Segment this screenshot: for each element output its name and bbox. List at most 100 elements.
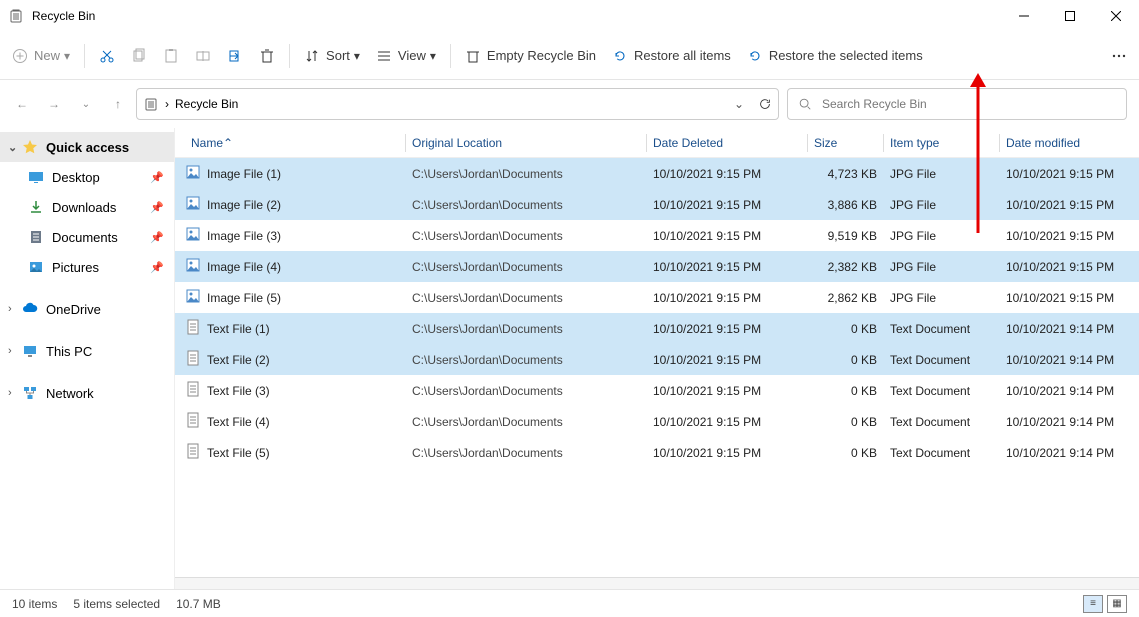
sidebar-pictures[interactable]: Pictures📌 (0, 252, 174, 282)
file-location: C:\Users\Jordan\Documents (406, 446, 646, 460)
image-file-icon (185, 226, 201, 245)
pin-icon: 📌 (150, 201, 164, 214)
file-location: C:\Users\Jordan\Documents (406, 229, 646, 243)
sort-button[interactable]: Sort ▾ (296, 38, 368, 74)
chevron-down-icon: ▾ (64, 49, 70, 63)
restore-icon (747, 48, 763, 64)
refresh-button[interactable] (758, 97, 772, 111)
restore-selected-button[interactable]: Restore the selected items (739, 38, 931, 74)
search-input[interactable]: Search Recycle Bin (787, 88, 1127, 120)
address-bar[interactable]: › Recycle Bin ⌄ (136, 88, 779, 120)
horizontal-scrollbar[interactable] (175, 577, 1139, 589)
file-size: 3,886 KB (808, 198, 883, 212)
file-size: 0 KB (808, 384, 883, 398)
column-location[interactable]: Original Location (406, 136, 646, 150)
table-row[interactable]: Image File (3) C:\Users\Jordan\Documents1… (175, 220, 1139, 251)
file-modified: 10/10/2021 9:14 PM (1000, 446, 1130, 460)
paste-button[interactable] (155, 38, 187, 74)
sidebar-desktop[interactable]: Desktop📌 (0, 162, 174, 192)
restore-all-button[interactable]: Restore all items (604, 38, 739, 74)
file-type: Text Document (884, 415, 999, 429)
sidebar-this-pc[interactable]: ›This PC (0, 336, 174, 366)
file-type: JPG File (884, 291, 999, 305)
cut-button[interactable] (91, 38, 123, 74)
column-deleted[interactable]: Date Deleted (647, 136, 807, 150)
sidebar-quick-access[interactable]: ⌄ Quick access (0, 132, 174, 162)
file-name: Text File (3) (207, 384, 270, 398)
titlebar: Recycle Bin (0, 0, 1139, 32)
breadcrumb[interactable]: Recycle Bin (175, 97, 238, 111)
file-list: Name⌃ Original Location Date Deleted Siz… (175, 128, 1139, 589)
chevron-down-icon[interactable]: ⌄ (734, 97, 744, 111)
file-deleted: 10/10/2021 9:15 PM (647, 198, 807, 212)
share-button[interactable] (219, 38, 251, 74)
ellipsis-icon (1111, 48, 1127, 64)
file-deleted: 10/10/2021 9:15 PM (647, 260, 807, 274)
sidebar-downloads[interactable]: Downloads📌 (0, 192, 174, 222)
file-location: C:\Users\Jordan\Documents (406, 353, 646, 367)
image-file-icon (185, 164, 201, 183)
table-row[interactable]: Text File (3)C:\Users\Jordan\Documents10… (175, 375, 1139, 406)
file-size: 0 KB (808, 446, 883, 460)
file-size: 0 KB (808, 353, 883, 367)
file-size: 0 KB (808, 322, 883, 336)
table-row[interactable]: Image File (2)C:\Users\Jordan\Documents1… (175, 189, 1139, 220)
empty-recycle-bin-button[interactable]: Empty Recycle Bin (457, 38, 604, 74)
table-row[interactable]: Text File (4)C:\Users\Jordan\Documents10… (175, 406, 1139, 437)
file-name: Text File (2) (207, 353, 270, 367)
image-file-icon (185, 195, 201, 214)
view-button[interactable]: View ▾ (368, 38, 444, 74)
restore-icon (612, 48, 628, 64)
back-button[interactable]: ← (12, 97, 32, 111)
file-location: C:\Users\Jordan\Documents (406, 198, 646, 212)
table-row[interactable]: Image File (5)C:\Users\Jordan\Documents1… (175, 282, 1139, 313)
table-row[interactable]: Image File (4)C:\Users\Jordan\Documents1… (175, 251, 1139, 282)
file-modified: 10/10/2021 9:15 PM (1000, 167, 1130, 181)
new-button[interactable]: New ▾ (4, 38, 78, 74)
delete-button[interactable] (251, 38, 283, 74)
file-deleted: 10/10/2021 9:15 PM (647, 291, 807, 305)
sidebar-documents[interactable]: Documents📌 (0, 222, 174, 252)
copy-button[interactable] (123, 38, 155, 74)
window-title: Recycle Bin (32, 9, 1001, 23)
file-location: C:\Users\Jordan\Documents (406, 415, 646, 429)
table-row[interactable]: Text File (2) C:\Users\Jordan\Documents 10… (175, 344, 1139, 375)
column-type[interactable]: Item type (884, 136, 999, 150)
file-location: C:\Users\Jordan\Documents (406, 322, 646, 336)
file-type: Text Document (884, 322, 999, 336)
file-name: Image File (3) (207, 229, 281, 243)
cloud-icon (22, 301, 38, 317)
table-row[interactable]: Text File (5)C:\Users\Jordan\Documents10… (175, 437, 1139, 468)
thumbnail-view-button[interactable]: ▦ (1107, 595, 1127, 613)
file-modified: 10/10/2021 9:14 PM (1000, 353, 1130, 367)
file-deleted: 10/10/2021 9:15 PM (647, 167, 807, 181)
text-file-icon (185, 319, 201, 338)
file-name: Text File (1) (207, 322, 270, 336)
separator (450, 44, 451, 68)
forward-button[interactable]: → (44, 97, 64, 111)
network-icon (22, 385, 38, 401)
maximize-button[interactable] (1047, 0, 1093, 32)
rename-button[interactable] (187, 38, 219, 74)
column-size[interactable]: Size (808, 136, 883, 150)
file-deleted: 10/10/2021 9:15 PM (647, 229, 807, 243)
status-size: 10.7 MB (176, 597, 221, 611)
up-button[interactable]: ↑ (108, 97, 128, 111)
trash-icon (465, 48, 481, 64)
chevron-down-icon: ▾ (430, 49, 436, 63)
details-view-button[interactable]: ≡ (1083, 595, 1103, 613)
table-row[interactable]: Text File (1)C:\Users\Jordan\Documents10… (175, 313, 1139, 344)
more-button[interactable] (1103, 38, 1135, 74)
column-modified[interactable]: Date modified (1000, 136, 1130, 150)
download-icon (28, 199, 44, 215)
column-name[interactable]: Name⌃ (185, 136, 405, 150)
table-row[interactable]: Image File (1)C:\Users\Jordan\Documents1… (175, 158, 1139, 189)
close-button[interactable] (1093, 0, 1139, 32)
recent-button[interactable]: ⌄ (76, 99, 96, 110)
sidebar-onedrive[interactable]: ›OneDrive (0, 294, 174, 324)
minimize-button[interactable] (1001, 0, 1047, 32)
sidebar-network[interactable]: ›Network (0, 378, 174, 408)
search-icon (798, 97, 812, 111)
sidebar: ⌄ Quick access Desktop📌 Downloads📌 Docum… (0, 128, 175, 589)
star-icon (22, 139, 38, 155)
